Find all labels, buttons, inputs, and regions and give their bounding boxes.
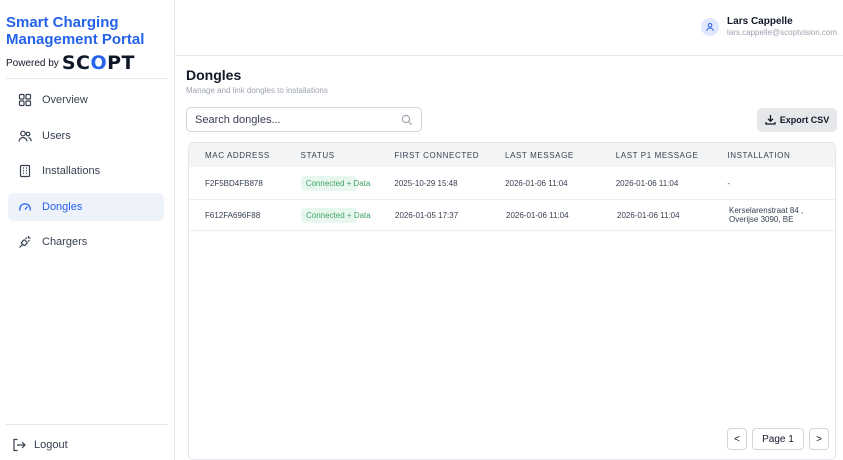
avatar	[701, 18, 720, 36]
user-icon	[706, 23, 714, 32]
status-badge: Connected + Data	[300, 175, 370, 191]
topbar: Lars Cappelle lars.cappelle@scoptvision.…	[175, 0, 843, 56]
cell-installation: Kerselarenstraat 84 , Overijse 3090, BE	[729, 206, 804, 224]
sidebar: Smart Charging Management Portal Powered…	[0, 0, 175, 460]
sidebar-item-chargers[interactable]: Chargers	[8, 228, 164, 256]
cell-status: Connected + Data	[300, 175, 395, 191]
previous-page-button[interactable]: <	[727, 428, 747, 450]
search-input[interactable]	[195, 113, 401, 126]
user-name: Lars Cappelle	[727, 16, 793, 27]
sidebar-item-overview[interactable]: Overview	[8, 86, 164, 114]
sidebar-item-installations[interactable]: Installations	[8, 157, 164, 185]
column-header-mac-address[interactable]: MAC ADDRESS	[189, 151, 301, 160]
sidebar-nav: Overview Users Installations Dongles Cha…	[8, 86, 164, 264]
sidebar-divider	[6, 78, 168, 79]
powered-by: Powered by SCOPT	[6, 52, 135, 74]
sidebar-item-label: Overview	[42, 94, 88, 106]
sidebar-bottom-divider	[6, 424, 168, 425]
building-icon	[18, 164, 32, 178]
table-row[interactable]: F612FA696F88 Connected + Data 2026-01-05…	[189, 200, 835, 231]
table-row[interactable]: F2F5BD4FB878 Connected + Data 2025-10-29…	[189, 167, 835, 200]
cell-installation: -	[727, 178, 731, 188]
powered-by-text: Powered by	[6, 57, 59, 69]
gauge-icon	[18, 200, 32, 214]
column-header-last-p1-message[interactable]: LAST P1 MESSAGE	[616, 151, 728, 160]
search-box	[186, 107, 422, 132]
column-header-status[interactable]: STATUS	[301, 151, 395, 160]
cell-last-p1-message: 2026-01-06 11:04	[615, 178, 679, 188]
download-icon	[765, 114, 776, 127]
column-header-last-message[interactable]: LAST MESSAGE	[505, 151, 616, 160]
grid-icon	[18, 93, 32, 107]
sidebar-item-label: Dongles	[42, 200, 83, 213]
page-indicator[interactable]: Page 1	[752, 428, 804, 450]
next-page-button[interactable]: >	[809, 428, 829, 450]
chevron-left-icon: <	[734, 433, 740, 445]
user-menu[interactable]: Lars Cappelle lars.cappelle@scoptvision.…	[701, 16, 837, 38]
cell-first-connected: 2026-01-05 17:37	[395, 210, 459, 220]
search-icon	[401, 114, 413, 126]
page-title: Dongles	[186, 67, 242, 83]
scopt-logo: SCOPT	[61, 52, 135, 74]
cell-last-p1-message: 2026-01-06 11:04	[617, 210, 680, 220]
logout-button[interactable]: Logout	[12, 438, 68, 452]
cell-mac-address: F612FA696F88	[205, 210, 261, 220]
chevron-right-icon: >	[816, 433, 822, 445]
logout-label: Logout	[34, 439, 68, 451]
users-icon	[18, 129, 32, 143]
status-badge: Connected + Data	[301, 207, 371, 223]
cell-status: Connected + Data	[301, 207, 395, 223]
column-header-first-connected[interactable]: FIRST CONNECTED	[394, 151, 505, 160]
dongles-table: MAC ADDRESS STATUS FIRST CONNECTED LAST …	[188, 142, 836, 460]
logout-icon	[12, 438, 26, 452]
cell-mac-address: F2F5BD4FB878	[205, 178, 263, 188]
column-header-installation[interactable]: INSTALLATION	[727, 151, 835, 160]
pagination: < Page 1 >	[727, 428, 829, 450]
sidebar-item-dongles[interactable]: Dongles	[8, 192, 164, 221]
sidebar-item-label: Installations	[42, 165, 101, 177]
export-csv-label: Export CSV	[779, 115, 830, 125]
cell-last-message: 2026-01-06 11:04	[505, 178, 568, 188]
sidebar-item-users[interactable]: Users	[8, 122, 164, 150]
sidebar-item-label: Chargers	[42, 236, 88, 248]
table-header: MAC ADDRESS STATUS FIRST CONNECTED LAST …	[189, 143, 835, 167]
sidebar-item-label: Users	[42, 129, 71, 142]
brand-title: Smart Charging Management Portal	[6, 14, 145, 48]
user-email: lars.cappelle@scoptvision.com	[727, 28, 837, 37]
plug-icon	[18, 235, 32, 249]
user-info: Lars Cappelle lars.cappelle@scoptvision.…	[727, 16, 837, 38]
cell-last-message: 2026-01-06 11:04	[506, 210, 569, 220]
cell-first-connected: 2025-10-29 15:48	[394, 178, 458, 188]
page-subtitle: Manage and link dongles to installations	[186, 86, 328, 95]
export-csv-button[interactable]: Export CSV	[757, 108, 837, 132]
